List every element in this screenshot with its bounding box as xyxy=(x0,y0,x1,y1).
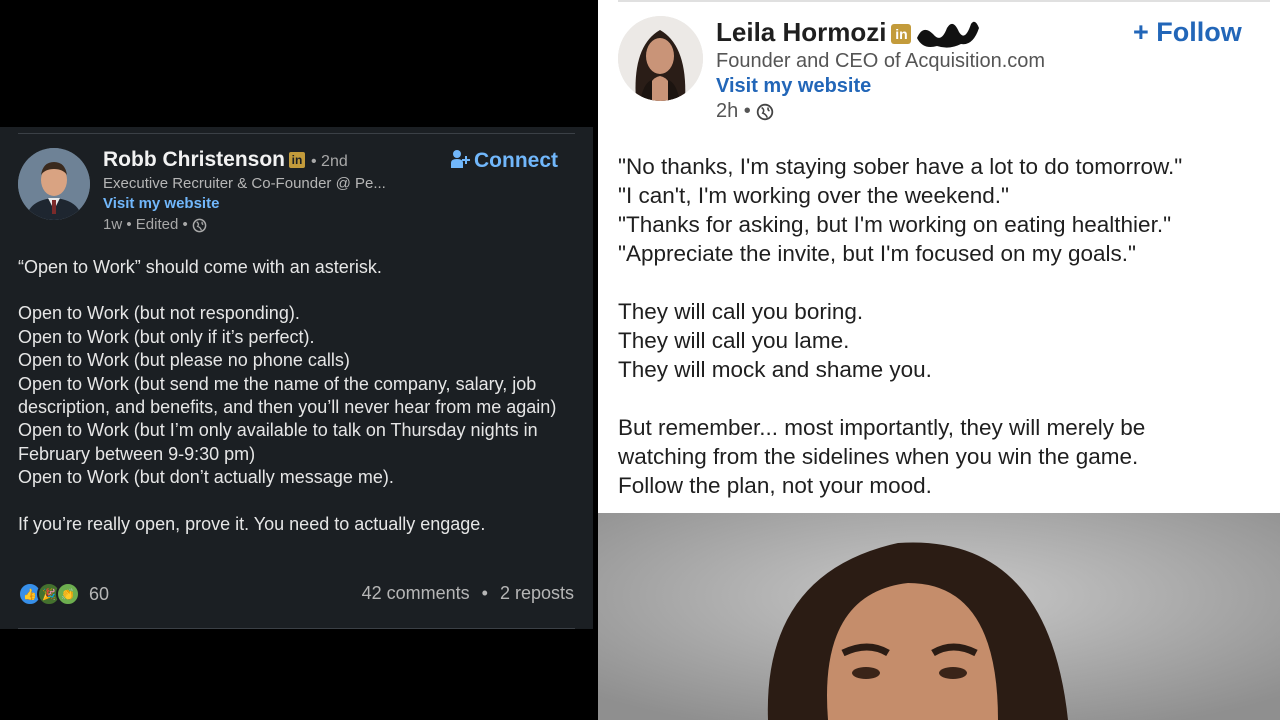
body-line: "Thanks for asking, but I'm working on e… xyxy=(618,212,1172,237)
body-line: They will call you boring. xyxy=(618,299,864,324)
author-name[interactable]: Robb Christenson xyxy=(103,148,285,171)
author-headline: Founder and CEO of Acquisition.com xyxy=(716,50,1046,72)
author-name-row: Leila Hormozi in xyxy=(716,16,983,52)
comments-count[interactable]: 42 comments xyxy=(362,583,470,603)
body-line: Open to Work (but only if it’s perfect). xyxy=(18,326,315,347)
body-line: "Appreciate the invite, but I'm focused … xyxy=(618,241,1137,266)
visit-website-link[interactable]: Visit my website xyxy=(716,75,871,98)
body-line: Follow the plan, not your mood. xyxy=(618,473,932,498)
left-screenshot-panel: Robb Christenson in • 2nd Executive Recrui… xyxy=(0,0,593,720)
body-line: If you’re really open, prove it. You nee… xyxy=(18,513,486,534)
add-person-icon xyxy=(451,150,470,168)
author-name-row: Robb Christenson in • 2nd xyxy=(103,148,348,172)
author-headline: Executive Recruiter & Co-Founder @ Pe... xyxy=(103,175,386,192)
top-divider xyxy=(18,133,575,134)
body-line: Open to Work (but I’m only available to … xyxy=(18,420,538,464)
left-post-card: Robb Christenson in • 2nd Executive Recrui… xyxy=(0,127,593,629)
author-avatar[interactable] xyxy=(618,16,703,101)
post-time: 1w • Edited • xyxy=(103,216,188,233)
body-line: “Open to Work” should come with an aster… xyxy=(18,257,382,277)
post-meta: 2h • xyxy=(716,100,774,123)
bottom-divider xyxy=(18,628,575,629)
post-image[interactable] xyxy=(598,513,1280,720)
connect-button[interactable]: Connect xyxy=(450,149,558,173)
globe-icon xyxy=(757,103,774,120)
post-stats: 42 comments • 2 reposts xyxy=(362,583,574,604)
body-line: They will call you lame. xyxy=(618,328,850,353)
clap-icon: 👏 xyxy=(56,582,80,606)
redaction-scribble xyxy=(917,21,980,48)
body-line: "I can't, I'm working over the weekend." xyxy=(618,183,1009,208)
author-name[interactable]: Leila Hormozi xyxy=(716,17,886,47)
body-line: They will mock and shame you. xyxy=(618,357,932,382)
linkedin-premium-icon: in xyxy=(289,152,305,169)
body-line: Open to Work (but send me the name of th… xyxy=(18,373,557,418)
body-line: Open to Work (but don’t actually message… xyxy=(18,467,394,488)
linkedin-premium-icon: in xyxy=(891,24,912,44)
visit-website-link[interactable]: Visit my website xyxy=(103,195,219,212)
post-time: 2h • xyxy=(716,100,751,122)
right-screenshot-panel: Leila Hormozi in Founder and CEO of Acqui… xyxy=(593,0,1280,720)
body-line: Open to Work (but not responding). xyxy=(18,303,300,324)
body-line: watching from the sidelines when you win… xyxy=(618,444,1139,469)
post-body: "No thanks, I'm staying sober have a lot… xyxy=(618,152,1268,500)
reaction-count: 60 xyxy=(89,583,110,604)
reactions-summary[interactable]: 👍 🎉 👏 60 xyxy=(18,582,109,606)
body-line: "No thanks, I'm staying sober have a lot… xyxy=(618,154,1183,179)
connection-degree: • 2nd xyxy=(311,153,348,170)
top-divider xyxy=(618,0,1270,2)
body-line: Open to Work (but please no phone calls) xyxy=(18,350,350,371)
post-body: “Open to Work” should come with an aster… xyxy=(18,256,578,536)
body-line: But remember... most importantly, they w… xyxy=(618,415,1146,440)
post-meta: 1w • Edited • xyxy=(103,216,207,233)
follow-button[interactable]: + Follow xyxy=(1133,17,1242,48)
globe-icon xyxy=(192,218,207,232)
stats-separator: • xyxy=(481,583,488,603)
reposts-count[interactable]: 2 reposts xyxy=(500,583,574,603)
author-avatar[interactable] xyxy=(18,148,90,220)
connect-label: Connect xyxy=(474,149,558,172)
